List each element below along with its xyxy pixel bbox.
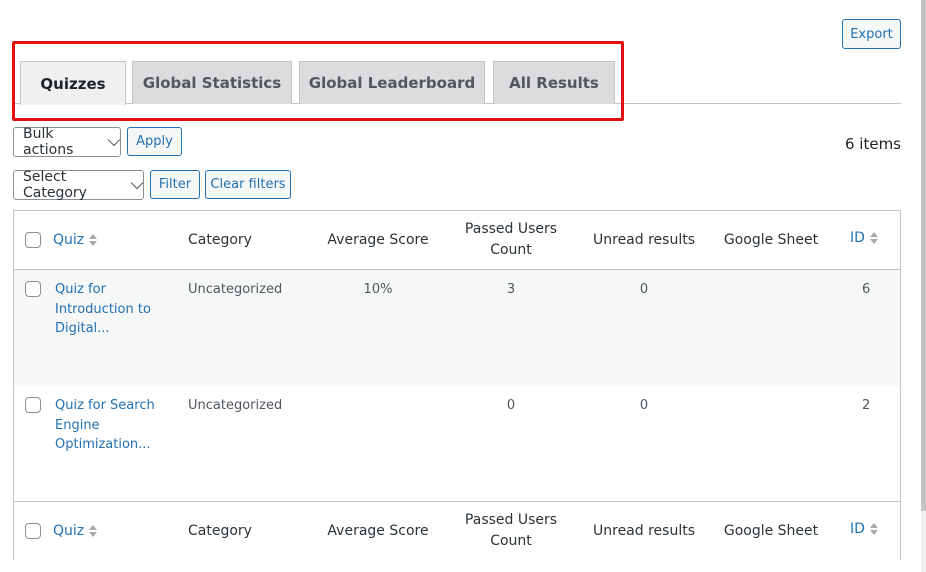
quiz-title-link[interactable]: Quiz for Introduction to Digital... xyxy=(55,280,155,339)
column-average-score-footer: Average Score xyxy=(327,522,429,539)
sort-icon xyxy=(89,525,98,537)
tab-all-results[interactable]: All Results xyxy=(493,61,615,104)
column-passed-users-count-footer: Passed Users Count xyxy=(464,512,558,549)
column-google-sheet: Google Sheet xyxy=(723,231,819,248)
clear-filters-button[interactable]: Clear filters xyxy=(205,170,291,199)
chevron-down-icon xyxy=(107,132,121,146)
select-all-checkbox[interactable] xyxy=(25,232,41,248)
column-quiz-label: Quiz xyxy=(53,522,85,539)
table-row: Quiz for Search Engine Optimization... U… xyxy=(14,386,900,501)
id-cell: 2 xyxy=(862,398,871,413)
column-quiz-label: Quiz xyxy=(53,231,85,248)
column-unread-results-footer: Unread results xyxy=(593,522,695,539)
category-select-label: Select Category xyxy=(23,169,87,201)
id-cell: 6 xyxy=(862,282,871,297)
table-header: Quiz Category Average Score Passed Users… xyxy=(14,211,900,270)
column-id-label: ID xyxy=(850,229,865,246)
sort-icon xyxy=(869,232,878,244)
column-google-sheet-footer: Google Sheet xyxy=(723,522,819,539)
sort-icon xyxy=(89,234,98,246)
tab-quizzes[interactable]: Quizzes xyxy=(20,61,126,105)
bulk-actions-label: Bulk actions xyxy=(23,126,74,158)
column-quiz-sortable-footer[interactable]: Quiz xyxy=(53,502,98,560)
category-select[interactable]: Select Category xyxy=(13,169,144,201)
column-id-sortable[interactable]: ID xyxy=(850,209,878,267)
column-category-footer: Category xyxy=(188,522,252,539)
unread-results-cell: 0 xyxy=(639,282,649,297)
row-checkbox[interactable] xyxy=(25,397,41,413)
scrollbar-track xyxy=(921,511,926,572)
table-row: Quiz for Introduction to Digital... Unca… xyxy=(14,270,900,386)
export-button[interactable]: Export xyxy=(842,19,901,49)
quiz-title-link[interactable]: Quiz for Search Engine Optimization... xyxy=(55,396,155,455)
row-checkbox[interactable] xyxy=(25,281,41,297)
apply-button[interactable]: Apply xyxy=(127,127,182,156)
column-passed-users-count: Passed Users Count xyxy=(464,221,558,258)
select-all-checkbox-footer[interactable] xyxy=(25,523,41,539)
passed-users-cell: 3 xyxy=(506,282,516,297)
sort-icon xyxy=(869,523,878,535)
page-scrollbar[interactable] xyxy=(921,0,926,511)
items-count: 6 items xyxy=(844,135,901,153)
column-id-sortable-footer[interactable]: ID xyxy=(850,500,878,558)
table-footer: Quiz Category Average Score Passed Users… xyxy=(14,501,900,560)
category-cell: Uncategorized xyxy=(188,282,283,297)
tab-global-statistics[interactable]: Global Statistics xyxy=(132,61,292,104)
filter-button[interactable]: Filter xyxy=(150,170,200,199)
chevron-down-icon xyxy=(131,175,144,189)
column-average-score: Average Score xyxy=(327,231,429,248)
passed-users-cell: 0 xyxy=(506,398,516,413)
category-cell: Uncategorized xyxy=(188,398,283,413)
bulk-actions-select[interactable]: Bulk actions xyxy=(13,126,121,158)
quizzes-table: Quiz Category Average Score Passed Users… xyxy=(13,210,901,560)
column-quiz-sortable[interactable]: Quiz xyxy=(53,211,98,269)
average-score-cell: 10% xyxy=(363,282,393,297)
column-category: Category xyxy=(188,231,252,248)
tab-global-leaderboard[interactable]: Global Leaderboard xyxy=(299,61,485,104)
column-id-label: ID xyxy=(850,520,865,537)
unread-results-cell: 0 xyxy=(639,398,649,413)
column-unread-results: Unread results xyxy=(593,231,695,248)
